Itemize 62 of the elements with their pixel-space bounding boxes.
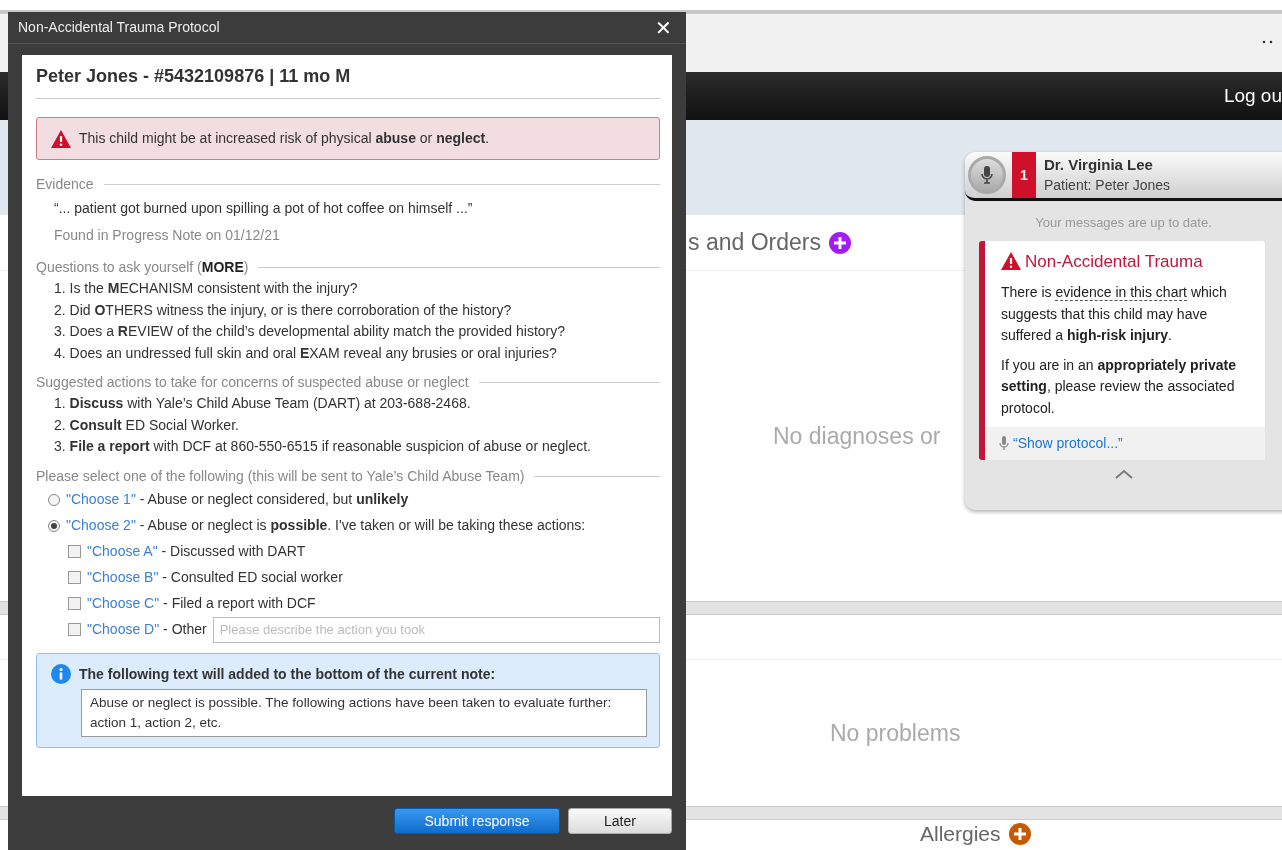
dialog-title: Non-Accidental Trauma Protocol — [18, 18, 220, 37]
add-icon[interactable] — [828, 231, 851, 254]
section-title: s and Orders — [688, 228, 821, 258]
option-label: - Abuse or neglect considered, but unlikely — [139, 491, 409, 507]
add-icon[interactable] — [1008, 823, 1031, 845]
action-item: 3. File a report with DCF at 860-550-6515 if reasonable suspicion of abuse or neglect. — [54, 437, 592, 456]
microphone-icon — [980, 165, 994, 185]
radio-button[interactable] — [48, 493, 60, 506]
evidence-source: Found in Progress Note on 01/12/21 — [54, 226, 281, 245]
option-label: - Abuse or neglect is possible. I've taken or will be taking these actions: — [139, 517, 586, 533]
warning-icon — [1001, 252, 1021, 271]
close-button[interactable]: ✕ — [651, 17, 676, 38]
question-item: 4. Does an undressed full skin and oral EXAM reveal any brusies or oral injuries? — [54, 343, 558, 363]
info-icon — [51, 664, 71, 684]
alert-text: This child might be at increased risk of physical abuse or neglect. — [79, 129, 490, 148]
radio-button[interactable] — [48, 519, 60, 532]
option-label: - Other — [163, 621, 207, 637]
voice-command: "Choose B" — [87, 569, 159, 585]
question-item: 3. Does a REVIEW of the child’s developmental ability match the provided history? — [54, 322, 567, 341]
voice-command: "Choose D" — [87, 621, 160, 637]
evidence-quote: “... patient got burned upon spilling a pot of hot coffee on himself ...” — [54, 199, 474, 218]
voice-command: "Choose 1" — [66, 491, 136, 507]
section-title: Allergies — [920, 821, 1001, 848]
later-button[interactable]: Later — [568, 808, 672, 834]
voice-command: "Choose 2" — [66, 517, 136, 533]
option-label: - Discussed with DART — [161, 543, 306, 559]
count-badge: 1 — [1012, 152, 1036, 198]
question-item: 2. Did OTHERS witness the injury, or is there corroboration of the history? — [54, 300, 513, 320]
action-item: 2. Consult ED Social Worker. — [54, 415, 240, 435]
option-label: - Consulted ED social worker — [162, 569, 343, 585]
question-item: 1. Is the MECHANISM consistent with the injury? — [54, 279, 359, 298]
chevron-up-icon[interactable] — [1114, 470, 1133, 479]
patient-header: Peter Jones - #5432109876 | 11 mo M — [36, 63, 660, 99]
voice-command: "Choose C" — [87, 595, 160, 611]
checkbox[interactable] — [68, 571, 81, 584]
microphone-icon — [999, 436, 1009, 451]
card-text: There is evidence in this chart which suggests that this child may have suffered a high-risk injury. — [1001, 283, 1228, 345]
empty-message: No problems — [830, 718, 961, 748]
section-heading: Please select one of the following (this will be sent to Yale’s Child Abuse Team) — [36, 466, 525, 486]
voice-command: "Choose A" — [87, 543, 158, 559]
microphone-button[interactable] — [968, 156, 1006, 194]
empty-message: No diagnoses or — [773, 421, 941, 451]
checkbox[interactable] — [68, 545, 81, 558]
section-heading: Questions to ask yourself (MORE) — [36, 258, 249, 277]
note-heading: The following text will added to the bottom of the current note: — [79, 664, 496, 684]
submit-button[interactable]: Submit response — [394, 808, 560, 834]
section-heading: Evidence — [36, 175, 94, 194]
note-text: Abuse or neglect is possible. The following actions have been taken to evaluate further: action 1, action 2, etc. — [81, 688, 647, 737]
warning-icon — [51, 129, 71, 148]
checkbox[interactable] — [68, 623, 81, 636]
doctor-name: Dr. Virginia Lee — [1044, 155, 1154, 175]
status-text: Your messages are up to date. — [1034, 214, 1213, 232]
checkbox[interactable] — [68, 597, 81, 610]
logout-link[interactable]: Log ou — [1223, 81, 1282, 111]
option-label: - Filed a report with DCF — [163, 595, 316, 611]
card-title: Non-Accidental Trauma — [1025, 250, 1203, 273]
section-heading: Suggested actions to take for concerns of suspected abuse or neglect — [36, 373, 469, 392]
evidence-link[interactable]: evidence in this chart — [1055, 284, 1187, 301]
action-item: 1. Discuss with Yale’s Child Abuse Team (DART) at 203-688-2468. — [54, 394, 472, 413]
patient-name: Patient: Peter Jones — [1044, 176, 1171, 195]
action-input[interactable]: Please describe the action you took — [212, 616, 660, 643]
card-text: If you are in an appropriately private setting, please review the associated protocol. — [1001, 355, 1237, 418]
